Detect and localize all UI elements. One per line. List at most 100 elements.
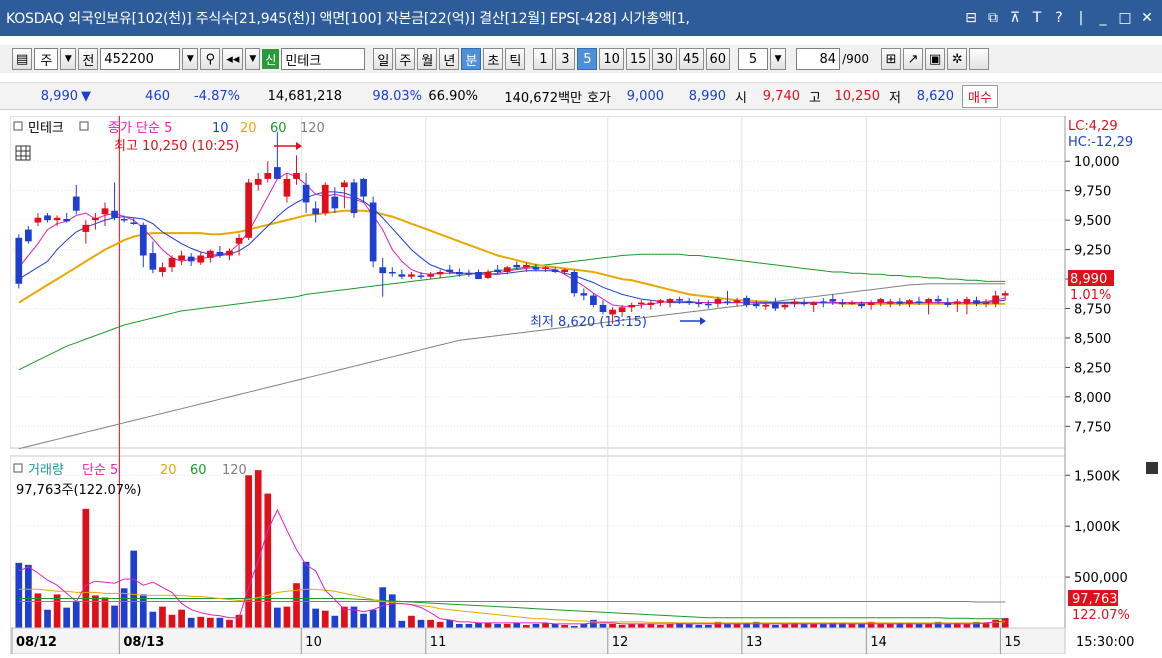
candle-body xyxy=(503,267,511,272)
candle-body xyxy=(120,218,128,221)
candle-body xyxy=(226,250,233,256)
volume-bar xyxy=(312,608,320,628)
current-price: 8,990 xyxy=(40,88,78,104)
ma-legend-120: 120 xyxy=(300,121,325,136)
buy-button[interactable]: 매수 xyxy=(962,84,998,108)
stock-name-field[interactable]: 민테크 xyxy=(281,48,366,70)
pane-close-icon[interactable] xyxy=(1146,462,1158,474)
tab-period-month[interactable]: 월 xyxy=(417,48,438,70)
volume-bar xyxy=(245,475,252,628)
candle-body xyxy=(743,297,750,305)
interval-input[interactable]: 5 xyxy=(738,48,769,70)
volume-bar xyxy=(599,623,607,628)
close-icon[interactable]: ✕ xyxy=(1138,9,1156,27)
type-dropdown-icon[interactable]: ▼ xyxy=(60,48,77,70)
volume-bar xyxy=(800,623,808,628)
code-dropdown-icon[interactable]: ▼ xyxy=(182,48,199,70)
stock-code-input[interactable]: 452200 xyxy=(100,48,181,70)
volume-bar xyxy=(685,623,693,628)
candle-body xyxy=(772,302,779,309)
volume-bar xyxy=(982,622,990,628)
chart-svg[interactable]: 10,0009,7509,5009,2509,0008,7508,5008,25… xyxy=(9,115,1162,655)
candle-body xyxy=(130,222,138,225)
x-tick-label: 14 xyxy=(870,635,887,650)
tab-period-minute[interactable]: 분 xyxy=(461,48,482,70)
volume-bar xyxy=(379,587,387,628)
count-input[interactable]: 84 xyxy=(796,48,841,70)
volume-bar xyxy=(475,622,482,628)
interval-button-45[interactable]: 45 xyxy=(678,48,704,70)
candle-body xyxy=(427,274,434,277)
volume-bar xyxy=(120,588,128,628)
candle-body xyxy=(590,295,597,305)
volume-last-pct: 122.07% xyxy=(1072,608,1130,623)
settings-gear-icon[interactable]: ✲ xyxy=(947,48,968,70)
candle-body xyxy=(896,301,904,304)
help-icon[interactable]: ? xyxy=(1050,9,1068,27)
volume-bar xyxy=(398,620,406,628)
low-annotation: 최저 8,620 (13:15) xyxy=(530,315,647,330)
tab-period-year[interactable]: 년 xyxy=(439,48,460,70)
chart-menu-icon[interactable]: ▤ xyxy=(12,48,33,70)
drawing-tool-icon[interactable]: ↗ xyxy=(903,48,924,70)
type-select[interactable]: 주 xyxy=(34,48,59,70)
tab-period-second[interactable]: 초 xyxy=(483,48,504,70)
volume-bar xyxy=(159,606,166,628)
duplicate-window-icon[interactable]: ⧉ xyxy=(984,9,1002,27)
interval-button-60[interactable]: 60 xyxy=(705,48,731,70)
interval-dropdown-icon[interactable]: ▼ xyxy=(770,48,787,70)
volume-bar xyxy=(25,564,32,628)
candle-body xyxy=(628,304,636,308)
font-icon[interactable]: T xyxy=(1028,9,1046,27)
volume-bar xyxy=(436,621,444,628)
volume-bar xyxy=(408,615,415,628)
interval-button-15[interactable]: 15 xyxy=(625,48,651,70)
candle-body xyxy=(781,304,789,308)
price-pane xyxy=(9,115,1066,449)
vol-ma-legend-5: 단순 5 xyxy=(82,463,118,478)
prev-button[interactable]: 전 xyxy=(78,48,99,70)
candle-body xyxy=(25,229,32,242)
tab-period-tick[interactable]: 틱 xyxy=(505,48,526,70)
pin-icon[interactable]: ⊼ xyxy=(1006,9,1024,27)
tab-period-day[interactable]: 일 xyxy=(373,48,394,70)
save-icon[interactable]: ▣ xyxy=(925,48,946,70)
layout-icon[interactable]: ⊟ xyxy=(962,9,980,27)
maximize-icon[interactable]: □ xyxy=(1116,9,1134,27)
price-tick-label: 10,000 xyxy=(1074,155,1120,170)
minimize-icon[interactable]: _ xyxy=(1094,9,1112,27)
candle-body xyxy=(886,301,894,304)
interval-button-1[interactable]: 1 xyxy=(533,48,554,70)
candle-body xyxy=(925,299,932,303)
separator-icon: | xyxy=(1078,10,1084,26)
candle-body xyxy=(762,304,770,307)
interval-button-10[interactable]: 10 xyxy=(599,48,624,70)
candle-body xyxy=(235,237,243,244)
indicator-icon[interactable]: ⊞ xyxy=(881,48,902,70)
table-toggle-icon[interactable] xyxy=(15,145,31,161)
trade-amount: 140,672백만 xyxy=(504,90,582,106)
chart-area[interactable]: 10,0009,7509,5009,2509,0008,7508,5008,25… xyxy=(9,115,1162,655)
tab-period-week[interactable]: 주 xyxy=(395,48,416,70)
search-icon[interactable]: ⚲ xyxy=(200,48,221,70)
candle-body xyxy=(810,302,818,305)
candle-body xyxy=(197,255,205,263)
interval-button-3[interactable]: 3 xyxy=(555,48,576,70)
speaker-icon[interactable]: ◂◂ xyxy=(222,48,244,70)
interval-button-5[interactable]: 5 xyxy=(577,48,598,70)
candle-body xyxy=(915,301,923,303)
volume-ratio: 98.03% xyxy=(372,88,422,104)
interval-button-30[interactable]: 30 xyxy=(652,48,677,70)
price-tick-label: 8,000 xyxy=(1074,391,1111,406)
speaker-dropdown-icon[interactable]: ▼ xyxy=(245,48,261,70)
volume-bar xyxy=(388,594,396,628)
candle-body xyxy=(111,210,118,218)
volume-bar xyxy=(216,617,224,628)
window-title: KOSDAQ 외국인보유[102(천)] 주식수[21,945(천)] 액면[1… xyxy=(6,11,690,27)
volume-bar xyxy=(992,619,999,628)
volume-bar xyxy=(781,623,789,628)
price-tick-label: 9,250 xyxy=(1074,244,1111,259)
checkbox-icon[interactable] xyxy=(969,48,990,70)
volume-bar xyxy=(963,623,971,628)
candle-body xyxy=(178,255,185,261)
